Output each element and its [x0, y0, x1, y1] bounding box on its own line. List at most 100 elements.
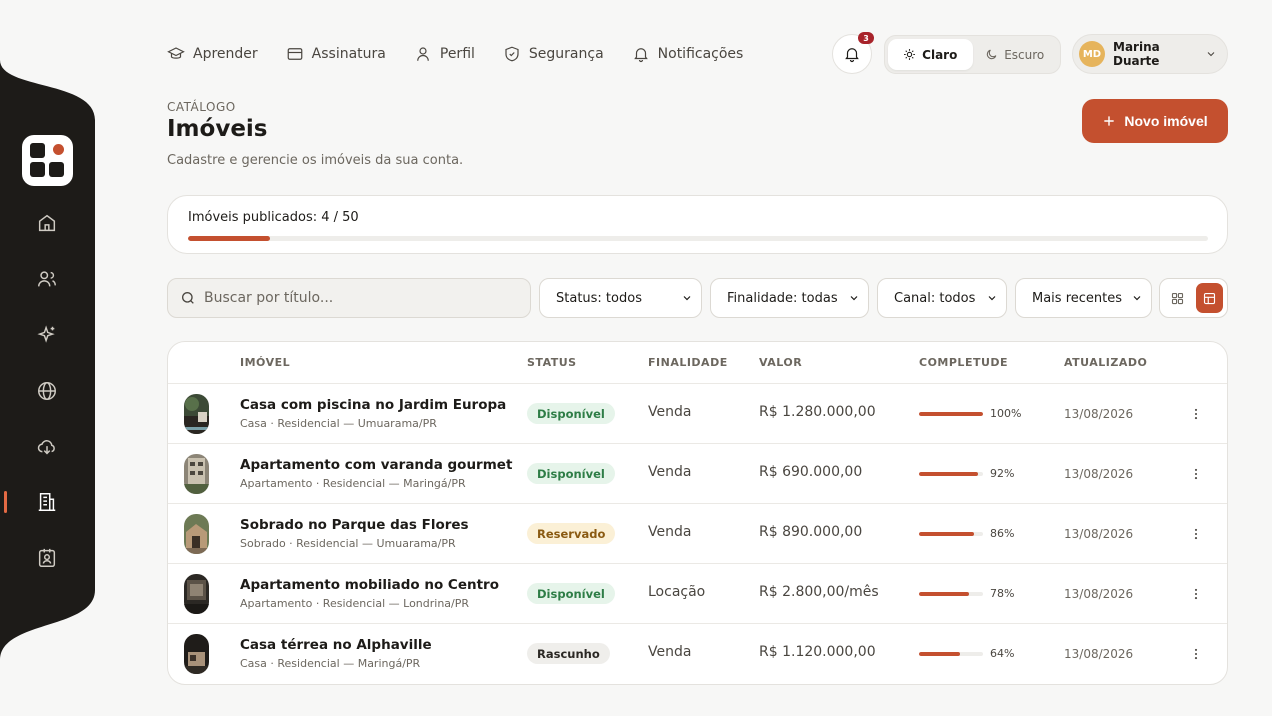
column-header-completude[interactable]: COMPLETUDE [919, 356, 1008, 369]
sort-select[interactable]: Mais recentes [1015, 278, 1152, 318]
moon-icon [987, 49, 997, 60]
row-actions-button[interactable] [1186, 524, 1206, 544]
page-title: Imóveis [167, 116, 268, 142]
updated-date: 13/08/2026 [1064, 407, 1134, 421]
column-header-atualizado[interactable]: ATUALIZADO [1064, 356, 1147, 369]
nav-label: Notificações [657, 46, 744, 62]
bell-icon [633, 48, 648, 63]
completude-bar-fill [919, 412, 983, 416]
property-subtitle: Apartamento · Residencial — Maringá/PR [240, 477, 466, 490]
property-thumbnail [184, 394, 209, 434]
avatar: MD [1079, 41, 1105, 67]
status-filter[interactable]: Status: todos [539, 278, 702, 318]
theme-dark-label: Escuro [1004, 47, 1045, 62]
column-header-imovel[interactable]: IMÓVEL [240, 356, 290, 369]
completude-value: 64% [990, 647, 1015, 660]
valor-cell: R$ 1.120.000,00 [759, 644, 876, 660]
completude-value: 78% [990, 587, 1015, 600]
chevron-down-icon [1207, 52, 1215, 57]
chevron-down-icon [850, 296, 858, 301]
theme-dark-button[interactable]: Escuro [973, 39, 1058, 70]
theme-toggle: Claro Escuro [884, 35, 1061, 74]
property-subtitle: Apartamento · Residencial — Londrina/PR [240, 597, 470, 610]
table-row[interactable]: Sobrado no Parque das Flores Sobrado · R… [168, 504, 1227, 564]
row-actions-button[interactable] [1186, 644, 1206, 664]
search-icon [182, 292, 194, 304]
valor-cell: R$ 690.000,00 [759, 464, 863, 480]
finalidade-cell: Venda [648, 644, 692, 660]
nav-label: Assinatura [311, 46, 386, 62]
new-property-button[interactable]: Novo imóvel [1082, 99, 1228, 143]
completude-bar-fill [919, 592, 969, 596]
user-icon [417, 47, 429, 61]
completude-bar [919, 472, 983, 476]
more-vertical-icon [1194, 408, 1198, 420]
theme-light-button[interactable]: Claro [888, 39, 973, 70]
user-menu[interactable]: MD Marina Duarte [1072, 34, 1228, 74]
completude-bar-fill [919, 652, 960, 656]
status-badge: Reservado [527, 523, 616, 544]
id-badge-icon[interactable] [36, 547, 58, 569]
users-icon[interactable] [36, 268, 58, 290]
graduation-cap-icon [167, 47, 185, 59]
cloud-download-icon[interactable] [36, 436, 58, 458]
page-subtitle: Cadastre e gerencie os imóveis da sua co… [167, 153, 464, 168]
canal-filter-value: Canal: todos [894, 290, 976, 306]
property-subtitle: Casa · Residencial — Umuarama/PR [240, 417, 437, 430]
bell-icon [845, 48, 859, 63]
user-name: Marina Duarte [1113, 40, 1160, 68]
row-actions-button[interactable] [1186, 584, 1206, 604]
status-badge: Disponível [527, 403, 615, 424]
quota-card: Imóveis publicados: 4 / 50 [167, 195, 1228, 254]
sparkles-icon[interactable] [36, 324, 58, 346]
nav-perfil[interactable]: Perfil [414, 42, 475, 66]
completude-value: 86% [990, 527, 1015, 540]
property-title: Sobrado no Parque das Flores [240, 517, 469, 533]
plus-icon [1104, 116, 1115, 126]
shield-icon [505, 46, 519, 62]
property-thumbnail [184, 574, 209, 614]
finalidade-filter[interactable]: Finalidade: todas [710, 278, 869, 318]
more-vertical-icon [1194, 468, 1198, 480]
top-navigation: Aprender Assinatura Perfil Segurança Not… [167, 42, 743, 66]
building-icon[interactable] [36, 491, 58, 513]
nav-assinatura[interactable]: Assinatura [286, 42, 386, 66]
updated-date: 13/08/2026 [1064, 527, 1134, 541]
row-actions-button[interactable] [1186, 404, 1206, 424]
nav-aprender[interactable]: Aprender [167, 42, 258, 66]
search-input[interactable] [204, 290, 518, 306]
column-header-finalidade[interactable]: FINALIDADE [648, 356, 728, 369]
table-view-button[interactable] [1195, 283, 1223, 313]
table-row[interactable]: Casa com piscina no Jardim Europa Casa ·… [168, 384, 1227, 444]
search-box [167, 278, 531, 318]
valor-cell: R$ 890.000,00 [759, 524, 863, 540]
table-row[interactable]: Apartamento com varanda gourmet Apartame… [168, 444, 1227, 504]
globe-icon[interactable] [36, 380, 58, 402]
property-subtitle: Casa · Residencial — Maringá/PR [240, 657, 421, 670]
app-logo[interactable] [22, 135, 73, 186]
completude-value: 100% [990, 407, 1022, 420]
column-header-status[interactable]: STATUS [527, 356, 577, 369]
finalidade-cell: Locação [648, 584, 706, 600]
property-thumbnail [184, 454, 209, 494]
finalidade-cell: Venda [648, 404, 692, 420]
valor-cell: R$ 1.280.000,00 [759, 404, 876, 420]
row-actions-button[interactable] [1186, 464, 1206, 484]
status-filter-value: Status: todos [556, 290, 642, 306]
canal-filter[interactable]: Canal: todos [877, 278, 1007, 318]
nav-notificacoes[interactable]: Notificações [632, 42, 744, 66]
completude-bar [919, 592, 983, 596]
grid-view-button[interactable] [1164, 283, 1192, 313]
column-header-valor[interactable]: VALOR [759, 356, 802, 369]
status-badge: Rascunho [527, 643, 610, 664]
table-row[interactable]: Casa térrea no Alphaville Casa · Residen… [168, 624, 1227, 684]
properties-table: IMÓVEL STATUS FINALIDADE VALOR COMPLETUD… [167, 341, 1228, 685]
grid-icon [1172, 292, 1184, 304]
property-subtitle: Sobrado · Residencial — Umuarama/PR [240, 537, 456, 550]
table-row[interactable]: Apartamento mobiliado no Centro Apartame… [168, 564, 1227, 624]
nav-seguranca[interactable]: Segurança [503, 42, 604, 66]
page-eyebrow: CATÁLOGO [167, 100, 236, 114]
home-icon[interactable] [36, 212, 58, 234]
quota-progress-track [188, 236, 1208, 241]
more-vertical-icon [1194, 588, 1198, 600]
